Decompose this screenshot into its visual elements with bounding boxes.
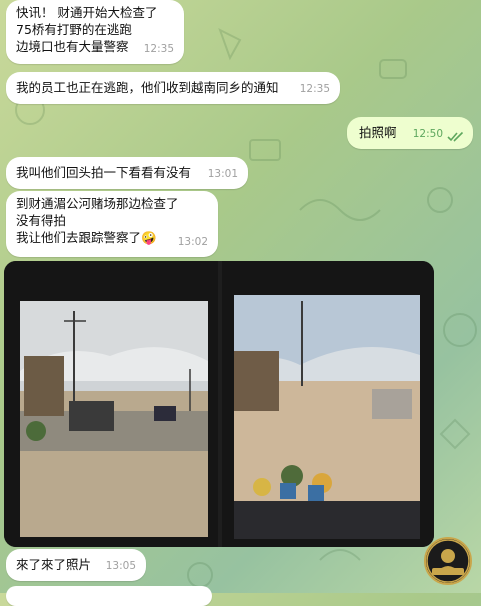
- message-text: 我叫他们回头拍一下看看有没有: [16, 165, 192, 180]
- photo-album[interactable]: [4, 261, 434, 547]
- message-bubble[interactable]: 我的员工也正在逃跑，他们收到越南同乡的通知 12:35: [6, 72, 340, 104]
- street-photo-image: [4, 261, 218, 547]
- message-time: 13:01: [207, 168, 238, 180]
- message-bubble[interactable]: 到财通湄公河赌场那边检查了 没有得拍 我让他们去跟踪警察了🤪 13:02: [6, 191, 218, 257]
- message-text: 拍照啊: [359, 125, 397, 140]
- message-time: 13:05: [105, 560, 136, 572]
- message-time: 12:35: [299, 83, 330, 95]
- message-time: 12:35: [143, 43, 174, 55]
- message-time: 13:02: [177, 236, 208, 248]
- message-bubble[interactable]: 來了來了照片 13:05: [6, 549, 146, 581]
- message-time: 12:50: [412, 128, 443, 140]
- photo-street-left[interactable]: [4, 261, 218, 547]
- double-check-icon: [447, 131, 464, 142]
- message-bubble[interactable]: 我叫他们回头拍一下看看有没有 13:01: [6, 157, 248, 189]
- photo-street-right[interactable]: [222, 261, 434, 547]
- street-photo-image: [222, 261, 434, 547]
- message-bubble[interactable]: 快讯！ 财通开始大检查了 75桥有打野的在逃跑 边境口也有大量警察 12:35: [6, 0, 184, 64]
- news-logo: [424, 537, 472, 585]
- message-bubble-outgoing[interactable]: 拍照啊 12:50: [347, 117, 473, 149]
- message-bubble-partial[interactable]: [6, 586, 212, 606]
- message-text: 我的员工也正在逃跑，他们收到越南同乡的通知: [16, 80, 279, 95]
